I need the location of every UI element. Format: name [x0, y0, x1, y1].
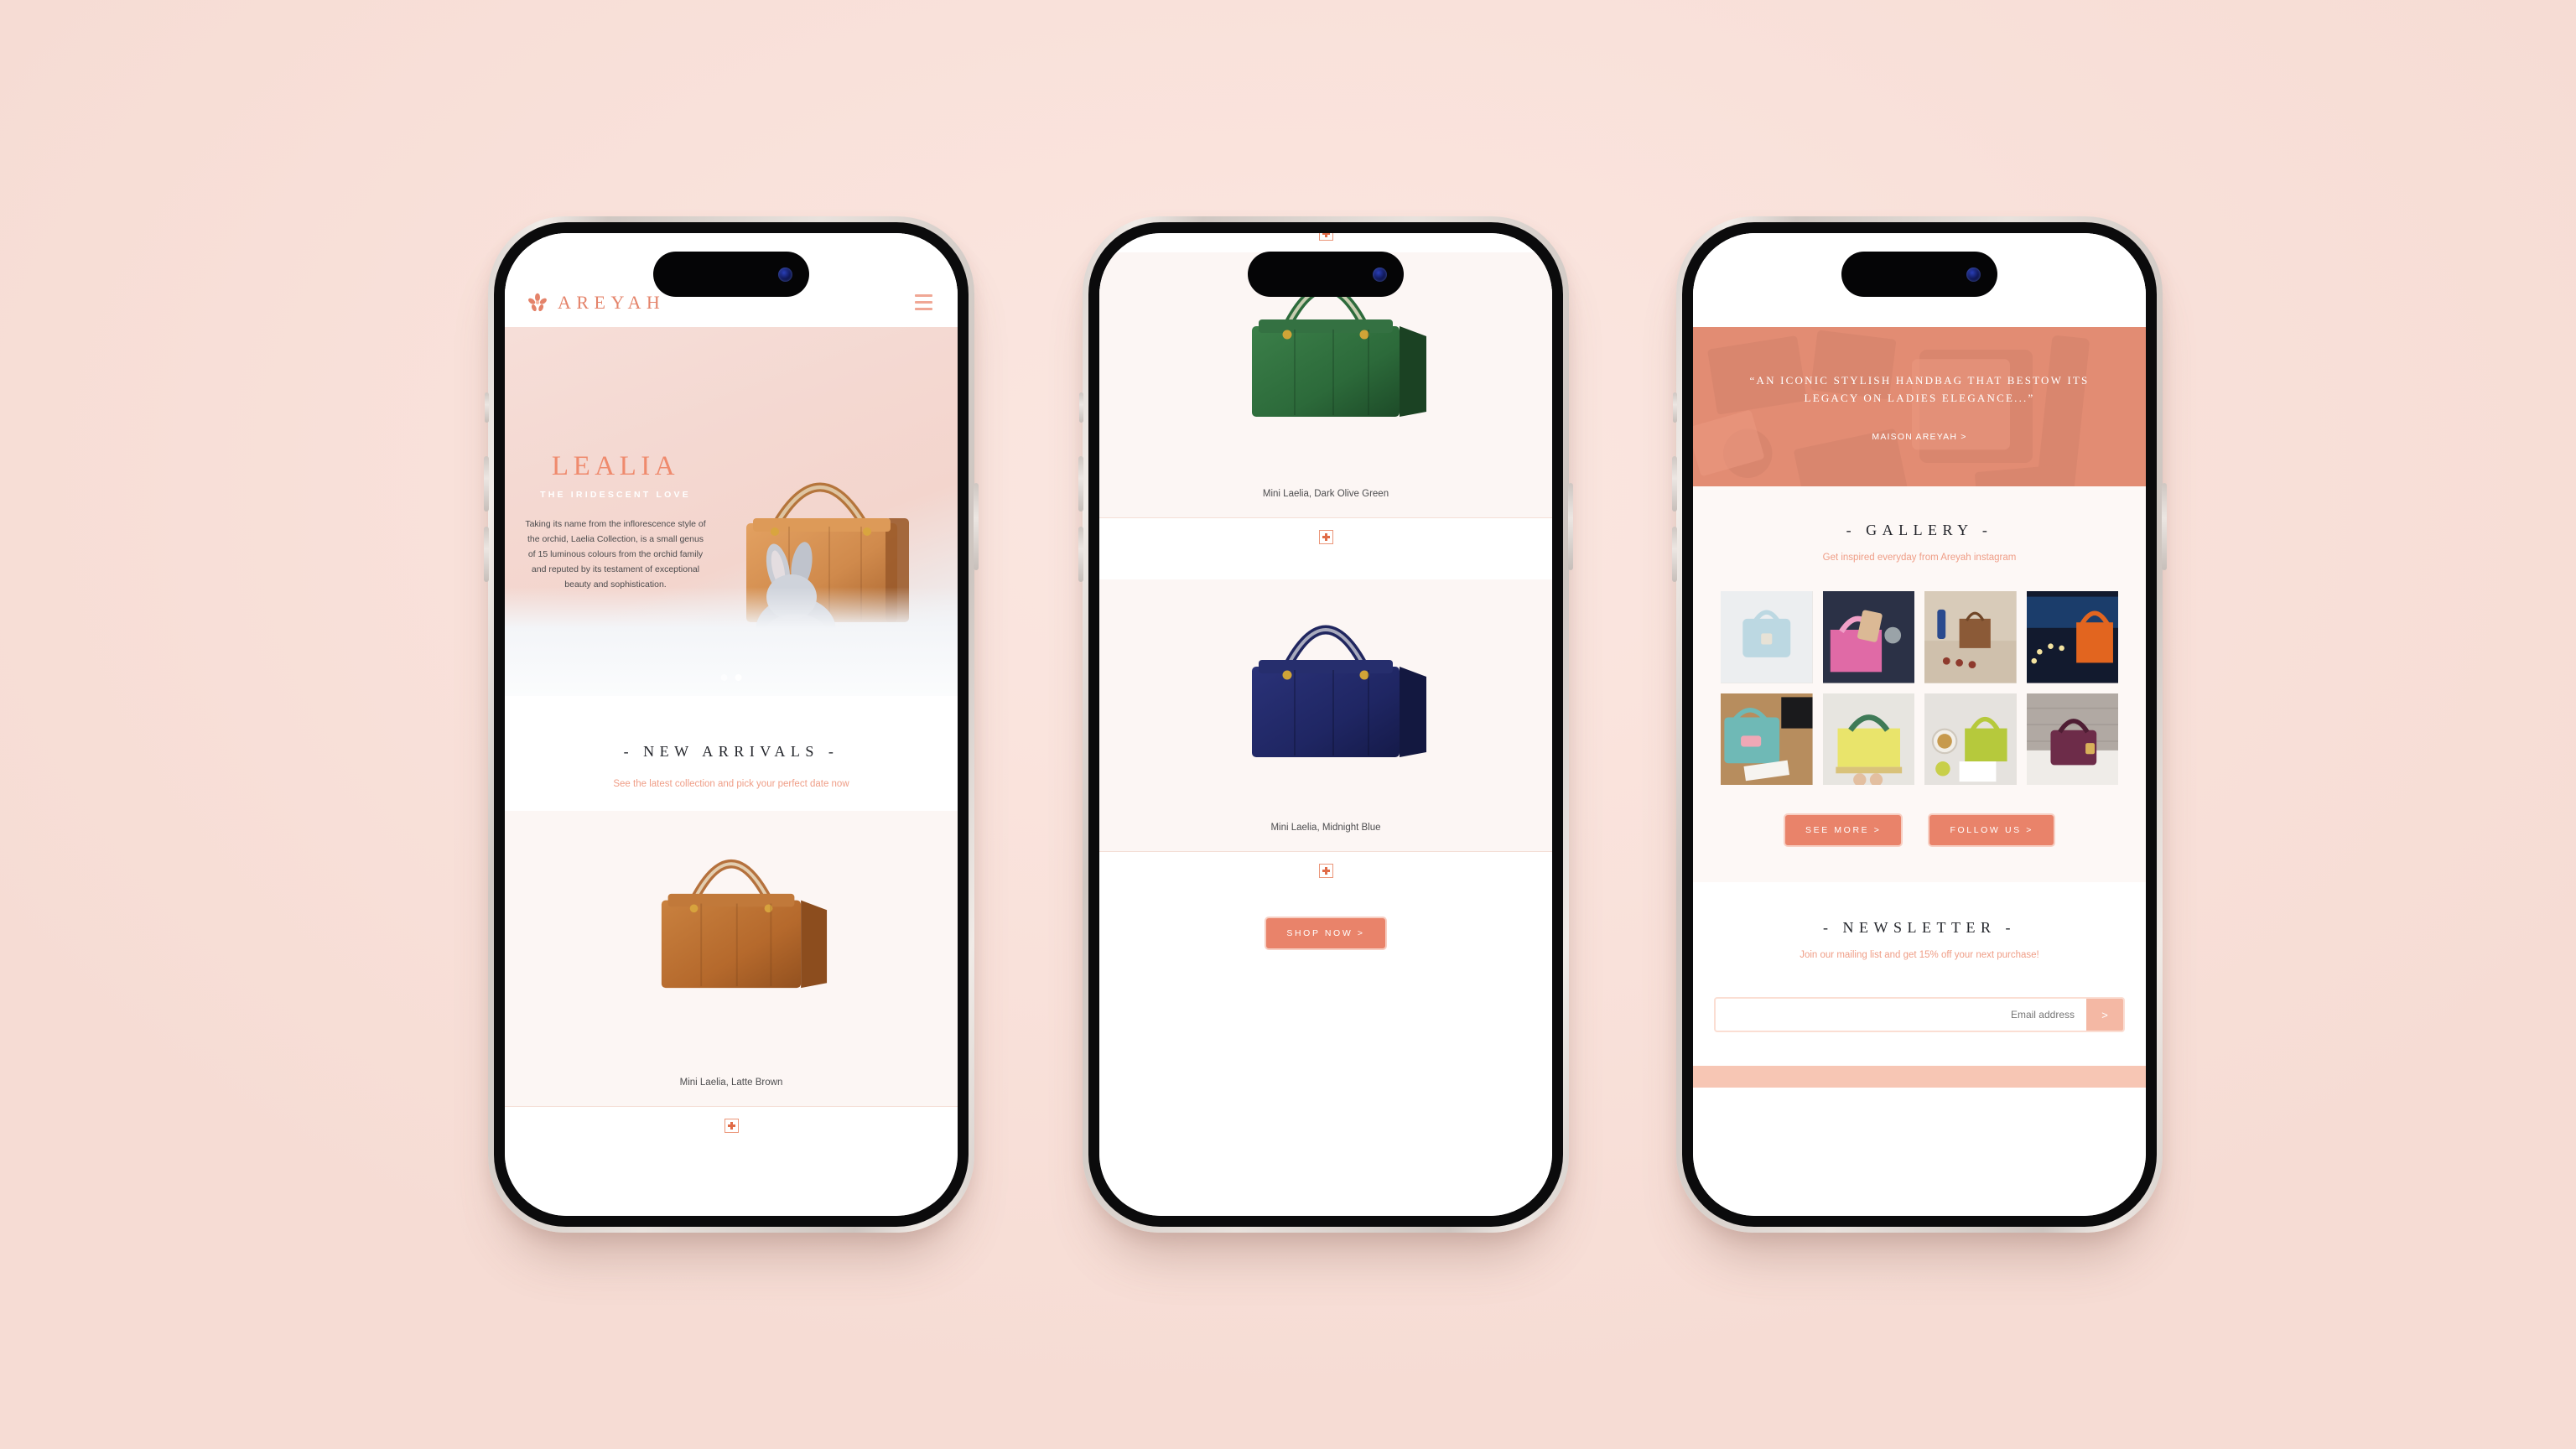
divider	[1099, 851, 1552, 852]
phone-mockup-stage: AREYAH LEALIA THE IRIDESCENT LOVE Taking…	[0, 0, 2576, 1449]
brand-logo[interactable]: AREYAH	[527, 292, 665, 314]
product-card[interactable]: Mini Laelia, Latte Brown	[505, 789, 958, 1133]
power-button[interactable]	[2162, 483, 2167, 570]
phone-device-2: Mini Laelia, Dark Olive Green Mini Laeli…	[1078, 216, 1573, 1233]
product-name: Mini Laelia, Dark Olive Green	[1099, 489, 1552, 517]
volume-down-button[interactable]	[484, 527, 489, 582]
phone-device-1: AREYAH LEALIA THE IRIDESCENT LOVE Taking…	[484, 216, 979, 1233]
footer-band	[1693, 1066, 2146, 1088]
newsletter-subtitle: Join our mailing list and get 15% off yo…	[1800, 950, 2039, 960]
dynamic-island-3	[1841, 252, 1997, 297]
gallery-item[interactable]	[2026, 693, 2118, 785]
hero-carousel-dots[interactable]	[720, 674, 742, 681]
product-name: Mini Laelia, Latte Brown	[505, 1078, 958, 1106]
website-viewport-2: Mini Laelia, Dark Olive Green Mini Laeli…	[1099, 233, 1552, 1216]
gallery-item[interactable]	[1924, 693, 2017, 785]
quote-text: “AN ICONIC STYLISH HANDBAG THAT BESTOW I…	[1749, 373, 2090, 404]
volume-down-button[interactable]	[1078, 527, 1083, 582]
gallery-item[interactable]	[1924, 591, 2017, 683]
phone-bezel-3: “AN ICONIC STYLISH HANDBAG THAT BESTOW I…	[1682, 222, 2157, 1227]
new-arrivals-title: - NEW ARRIVALS -	[623, 743, 839, 760]
gallery-item[interactable]	[1822, 693, 1914, 785]
hero-copy: LEALIA THE IRIDESCENT LOVE Taking its na…	[525, 453, 706, 592]
plus-icon[interactable]	[724, 1119, 739, 1133]
hero-title: LEALIA	[551, 451, 680, 481]
dynamic-island-2	[1248, 252, 1404, 297]
gallery-item[interactable]	[1721, 591, 1813, 683]
silent-switch[interactable]	[485, 392, 489, 423]
phone-screen-2: Mini Laelia, Dark Olive Green Mini Laeli…	[1099, 233, 1552, 1216]
carousel-dot-active[interactable]	[735, 674, 742, 681]
gallery-subtitle: Get inspired everyday from Areyah instag…	[1822, 553, 2017, 563]
power-button[interactable]	[1568, 483, 1573, 570]
orchid-flower-icon	[528, 293, 547, 312]
maison-areyah-link[interactable]: MAISON AREYAH >	[1872, 432, 1966, 442]
volume-up-button[interactable]	[1672, 456, 1677, 512]
newsletter-submit-button[interactable]: >	[2086, 999, 2123, 1031]
phone-bezel-2: Mini Laelia, Dark Olive Green Mini Laeli…	[1088, 222, 1563, 1227]
gallery-item[interactable]	[2026, 591, 2118, 683]
power-button[interactable]	[974, 483, 979, 570]
phone-screen-3: “AN ICONIC STYLISH HANDBAG THAT BESTOW I…	[1693, 233, 2146, 1216]
front-camera-icon	[1966, 267, 1981, 282]
newsletter-header: - NEWSLETTER - Join our mailing list and…	[1693, 882, 2146, 960]
silent-switch[interactable]	[1079, 392, 1083, 423]
hero-description: Taking its name from the inflorescence s…	[525, 519, 706, 590]
phone-bezel-1: AREYAH LEALIA THE IRIDESCENT LOVE Taking…	[494, 222, 969, 1227]
divider	[1099, 517, 1552, 518]
follow-us-button[interactable]: FOLLOW US >	[1928, 813, 2055, 847]
brand-name: AREYAH	[558, 292, 666, 313]
website-viewport-1: AREYAH LEALIA THE IRIDESCENT LOVE Taking…	[505, 233, 958, 1216]
gallery-grid	[1721, 591, 2118, 785]
product-image-latte-brown	[505, 811, 958, 1078]
website-viewport-3: “AN ICONIC STYLISH HANDBAG THAT BESTOW I…	[1693, 233, 2146, 1216]
phone-device-3: “AN ICONIC STYLISH HANDBAG THAT BESTOW I…	[1672, 216, 2167, 1233]
product-card[interactable]: Mini Laelia, Midnight Blue	[1099, 579, 1552, 878]
shop-now-button[interactable]: SHOP NOW >	[1265, 917, 1387, 950]
quote-banner: “AN ICONIC STYLISH HANDBAG THAT BESTOW I…	[1693, 327, 2146, 486]
newsletter-section: - NEWSLETTER - Join our mailing list and…	[1693, 882, 2146, 1096]
gallery-header: - GALLERY - Get inspired everyday from A…	[1693, 486, 2146, 563]
see-more-button[interactable]: SEE MORE >	[1784, 813, 1903, 847]
divider	[505, 1106, 958, 1107]
product-image-midnight-blue	[1099, 579, 1552, 823]
newsletter-form: >	[1714, 997, 2125, 1032]
gallery-item[interactable]	[1822, 591, 1914, 683]
volume-up-button[interactable]	[484, 456, 489, 512]
hero-subtitle: THE IRIDESCENT LOVE	[540, 490, 691, 500]
email-input[interactable]	[1716, 999, 2086, 1031]
gallery-section: - GALLERY - Get inspired everyday from A…	[1693, 486, 2146, 882]
newsletter-title: - NEWSLETTER -	[1823, 919, 2016, 936]
gallery-buttons: SEE MORE > FOLLOW US >	[1693, 813, 2146, 847]
product-name: Mini Laelia, Midnight Blue	[1099, 823, 1552, 851]
front-camera-icon	[778, 267, 792, 282]
silent-switch[interactable]	[1673, 392, 1677, 423]
dynamic-island-1	[653, 252, 809, 297]
gallery-item[interactable]	[1721, 693, 1813, 785]
hero-banner: LEALIA THE IRIDESCENT LOVE Taking its na…	[505, 327, 958, 696]
plus-icon[interactable]	[1318, 864, 1333, 878]
volume-up-button[interactable]	[1078, 456, 1083, 512]
volume-down-button[interactable]	[1672, 527, 1677, 582]
front-camera-icon	[1373, 267, 1387, 282]
gallery-title: - GALLERY -	[1846, 522, 1993, 538]
carousel-dot[interactable]	[720, 674, 728, 681]
hamburger-menu-icon[interactable]	[911, 291, 936, 314]
phone-screen-1: AREYAH LEALIA THE IRIDESCENT LOVE Taking…	[505, 233, 958, 1216]
